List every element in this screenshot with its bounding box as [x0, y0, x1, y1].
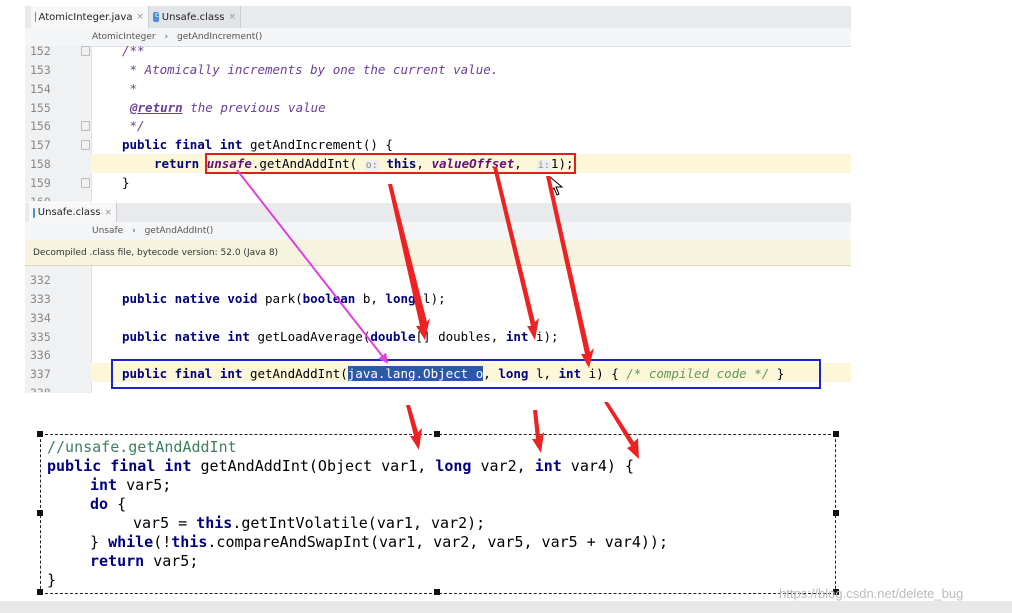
annotation-arrows	[236, 167, 639, 459]
red-arrow-offset-to-long	[493, 167, 539, 340]
red-arrow-this-to-object	[388, 184, 430, 340]
red-arrow-long-to-var2	[532, 410, 544, 453]
red-arrow-int-to-var4	[604, 402, 639, 459]
red-arrow-object-to-var1	[406, 405, 422, 450]
red-arrow-one-to-int	[546, 176, 594, 368]
magenta-arrow	[236, 169, 389, 364]
